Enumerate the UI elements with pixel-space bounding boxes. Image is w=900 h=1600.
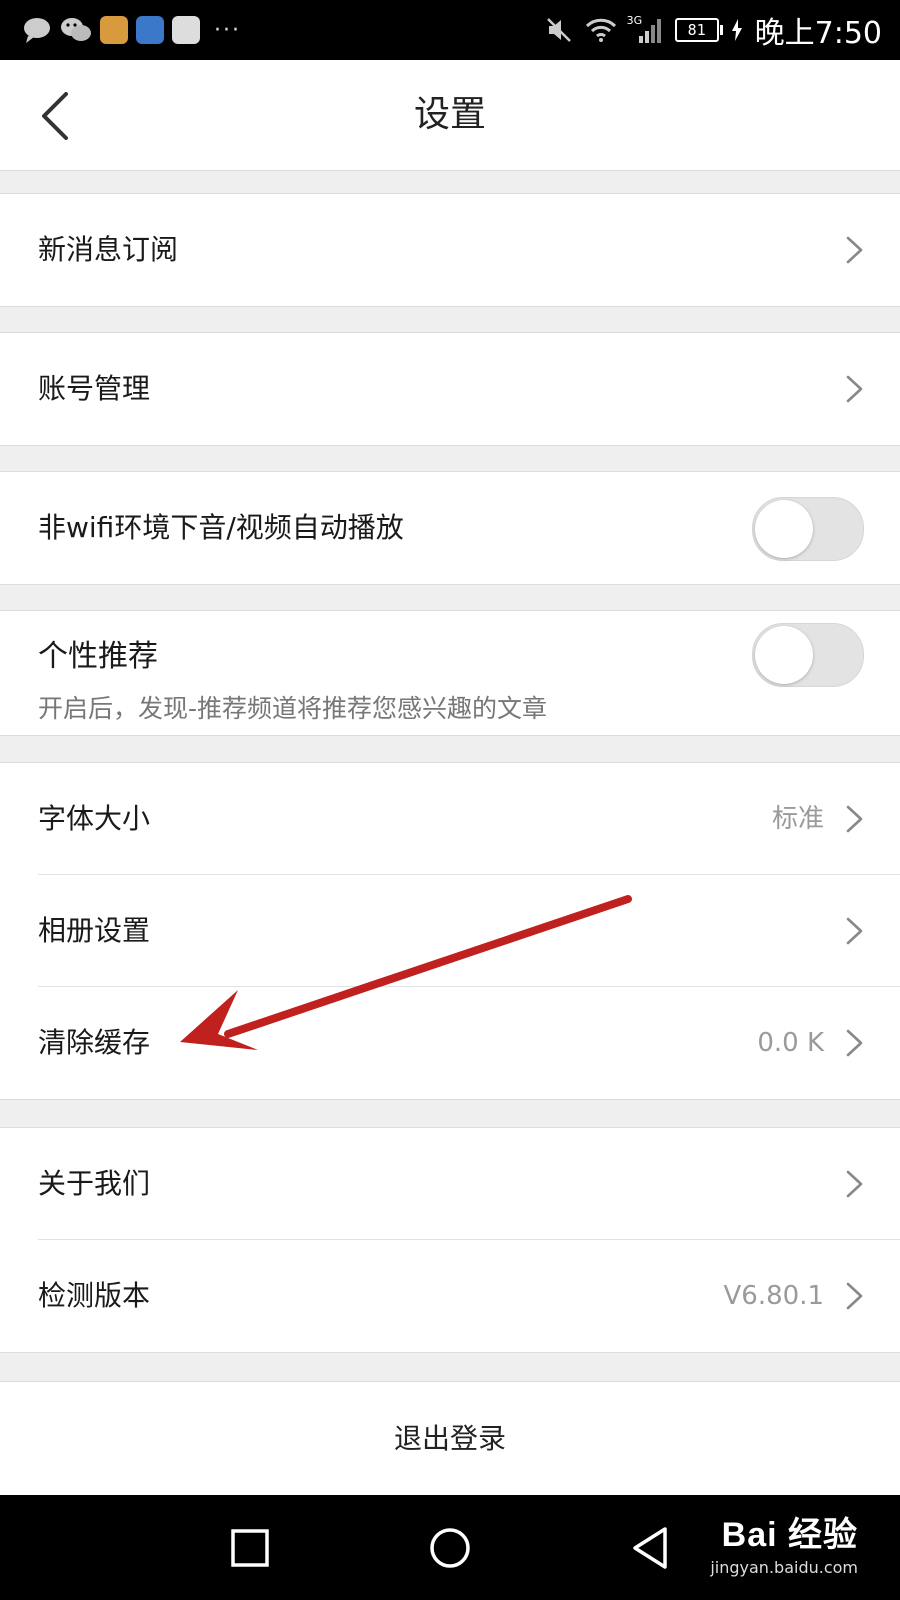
album-settings-row[interactable]: 相册设置 <box>0 875 900 987</box>
back-triangle-icon[interactable] <box>623 1521 677 1575</box>
about-us-row[interactable]: 关于我们 <box>0 1128 900 1240</box>
browser-notification-icon <box>136 16 164 44</box>
system-status: 3G 81 晚上7:50 <box>545 12 882 51</box>
about-section: 关于我们 检测版本 V6.80.1 <box>0 1127 900 1353</box>
general-section: 字体大小 标准 相册设置 清除缓存 0.0 K <box>0 762 900 1100</box>
chevron-right-icon <box>846 1029 863 1057</box>
notification-icons: ··· <box>22 14 241 46</box>
chevron-right-icon <box>846 917 863 945</box>
personal-recommend-row: 个性推荐 开启后，发现-推荐频道将推荐您感兴趣的文章 <box>0 611 900 735</box>
app-notification-icon <box>100 16 128 44</box>
baidu-jingyan-watermark: Bai 经验 jingyan.baidu.com <box>710 1507 858 1577</box>
row-description: 开启后，发现-推荐频道将推荐您感兴趣的文章 <box>38 694 548 723</box>
chevron-right-icon <box>846 236 863 264</box>
row-value: 标准 <box>771 804 824 834</box>
chevron-right-icon <box>846 805 863 833</box>
signal-icon: 3G <box>626 14 663 44</box>
chevron-right-icon <box>846 1170 863 1198</box>
chevron-right-icon <box>846 375 863 403</box>
watermark-brand: Bai 经验 <box>721 1516 858 1554</box>
check-version-row[interactable]: 检测版本 V6.80.1 <box>0 1240 900 1352</box>
recents-square-icon[interactable] <box>223 1521 277 1575</box>
account-section: 账号管理 <box>0 332 900 446</box>
huawei-notification-icon <box>172 16 200 44</box>
network-type-label: 3G <box>626 14 643 27</box>
page-title: 设置 <box>413 94 486 135</box>
back-button[interactable] <box>30 86 90 146</box>
row-label: 清除缓存 <box>38 1026 151 1059</box>
toggle-knob <box>755 626 813 684</box>
battery-indicator: 81 <box>674 18 723 42</box>
row-label: 相册设置 <box>38 914 151 947</box>
charging-icon <box>731 19 742 41</box>
row-value: V6.80.1 <box>723 1281 824 1311</box>
autoplay-row: 非wifi环境下音/视频自动播放 <box>0 472 900 584</box>
account-management-row[interactable]: 账号管理 <box>0 333 900 445</box>
status-time: 晚上7:50 <box>754 16 882 51</box>
row-label: 关于我们 <box>38 1167 151 1200</box>
wifi-icon <box>585 18 616 42</box>
row-value: 0.0 K <box>757 1028 824 1058</box>
message-icon <box>24 18 50 43</box>
logout-button[interactable]: 退出登录 <box>0 1381 900 1496</box>
home-circle-icon[interactable] <box>423 1521 477 1575</box>
more-notifications-icon: ··· <box>214 17 241 43</box>
row-label: 账号管理 <box>38 372 151 405</box>
autoplay-toggle[interactable] <box>752 497 864 561</box>
wechat-icon <box>61 18 91 41</box>
personal-recommend-toggle[interactable] <box>752 623 864 687</box>
system-nav-bar: Bai 经验 jingyan.baidu.com <box>0 1495 900 1600</box>
subscribe-section: 新消息订阅 <box>0 193 900 307</box>
title-bar: 设置 <box>0 60 900 171</box>
status-bar: ··· 3G 81 晚上7:50 <box>0 0 900 60</box>
toggle-knob <box>755 500 813 558</box>
chevron-right-icon <box>846 1282 863 1310</box>
new-message-subscribe-row[interactable]: 新消息订阅 <box>0 194 900 306</box>
clear-cache-row[interactable]: 清除缓存 0.0 K <box>0 987 900 1099</box>
mute-icon <box>546 18 571 42</box>
font-size-row[interactable]: 字体大小 标准 <box>0 763 900 875</box>
row-label: 非wifi环境下音/视频自动播放 <box>38 511 404 544</box>
row-label: 检测版本 <box>38 1279 151 1312</box>
row-label: 个性推荐 <box>38 639 158 674</box>
watermark-url: jingyan.baidu.com <box>710 1558 858 1577</box>
back-arrow-icon <box>42 92 68 140</box>
recommend-section: 个性推荐 开启后，发现-推荐频道将推荐您感兴趣的文章 <box>0 610 900 736</box>
autoplay-section: 非wifi环境下音/视频自动播放 <box>0 471 900 585</box>
row-label: 新消息订阅 <box>38 233 179 266</box>
row-label: 字体大小 <box>38 802 151 835</box>
